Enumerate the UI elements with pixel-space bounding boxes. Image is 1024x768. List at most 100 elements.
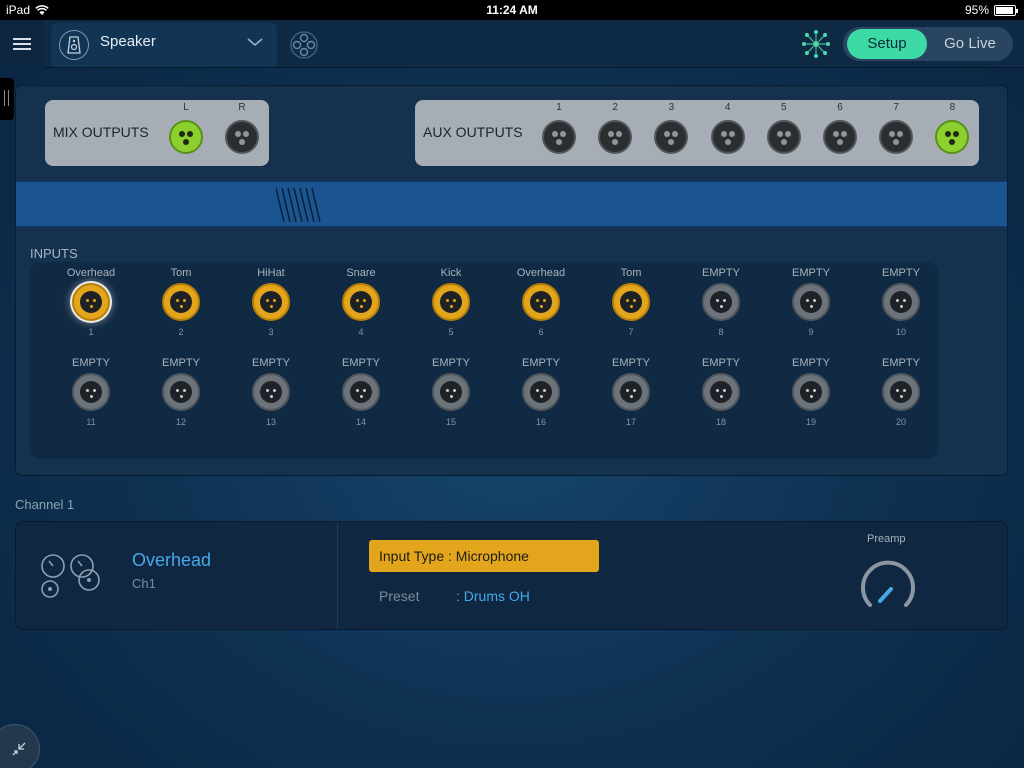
menu-button[interactable] xyxy=(0,20,44,68)
input-name: EMPTY xyxy=(612,357,650,369)
knobs-icon xyxy=(41,554,100,598)
combo-jack-connector[interactable] xyxy=(522,373,560,411)
input-type-selector[interactable]: Input Type : Microphone xyxy=(369,540,599,572)
combo-jack-connector[interactable] xyxy=(702,283,740,321)
aux-output-number: 6 xyxy=(837,102,843,113)
chevron-down-icon xyxy=(247,38,263,47)
aux-output-connector[interactable] xyxy=(654,120,689,154)
input-number: 19 xyxy=(805,417,816,427)
input-number: 16 xyxy=(535,417,546,427)
side-drawer-handle[interactable] xyxy=(0,78,14,120)
input-channel[interactable]: EMPTY 20 xyxy=(861,357,941,427)
combo-jack-connector[interactable] xyxy=(882,283,920,321)
combo-jack-connector[interactable] xyxy=(252,373,290,411)
input-channel[interactable]: EMPTY 12 xyxy=(141,357,221,427)
input-channel[interactable]: EMPTY 8 xyxy=(681,267,761,337)
input-channel[interactable]: EMPTY 14 xyxy=(321,357,401,427)
collapse-arrows-icon xyxy=(12,742,26,756)
aux-output-connector[interactable] xyxy=(879,120,914,154)
input-channel[interactable]: Tom 2 xyxy=(141,267,221,337)
mix-output-connector[interactable] xyxy=(225,120,259,154)
mix-output-connector[interactable] xyxy=(169,120,203,154)
combo-jack-connector[interactable] xyxy=(882,373,920,411)
input-name: EMPTY xyxy=(72,357,110,369)
combo-jack-connector[interactable] xyxy=(72,283,110,321)
input-number: 1 xyxy=(88,327,94,337)
preset-selector[interactable]: : Drums OH xyxy=(456,588,530,604)
aux-output-number: 5 xyxy=(781,102,787,113)
status-bar: iPad 11:24 AM 95% xyxy=(0,0,1024,20)
input-channel[interactable]: Overhead 1 xyxy=(51,267,131,337)
input-channel[interactable]: Snare 4 xyxy=(321,267,401,337)
aux-output-connector[interactable] xyxy=(598,120,633,154)
input-number: 7 xyxy=(628,327,634,337)
input-channel[interactable]: EMPTY 10 xyxy=(861,267,941,337)
combo-jack-connector[interactable] xyxy=(432,283,470,321)
channel-short-name: Ch1 xyxy=(132,576,156,591)
aux-output-number: 4 xyxy=(724,102,731,113)
aux-output-number: 1 xyxy=(556,102,562,113)
combo-jack-connector[interactable] xyxy=(792,283,830,321)
aux-output-connector[interactable] xyxy=(710,120,745,154)
input-channel[interactable]: EMPTY 13 xyxy=(231,357,311,427)
hamburger-menu-icon xyxy=(13,38,31,50)
input-name: Kick xyxy=(440,267,462,279)
setup-mode-button[interactable]: Setup xyxy=(847,29,927,59)
snake-stripe xyxy=(16,181,1007,227)
combo-jack-connector[interactable] xyxy=(612,373,650,411)
aux-output-connector[interactable] xyxy=(766,120,801,154)
input-channel[interactable]: EMPTY 19 xyxy=(771,357,851,427)
input-number: 5 xyxy=(448,327,454,337)
go-live-mode-button[interactable]: Go Live xyxy=(931,29,1009,59)
preamp-knob[interactable] xyxy=(857,556,919,618)
input-channel[interactable]: EMPTY 17 xyxy=(591,357,671,427)
input-number: 2 xyxy=(178,327,184,337)
input-number: 14 xyxy=(355,417,366,427)
input-channel[interactable]: EMPTY 16 xyxy=(501,357,581,427)
combo-jack-connector[interactable] xyxy=(252,283,290,321)
combo-jack-connector[interactable] xyxy=(162,283,200,321)
device-name: Speaker xyxy=(100,32,156,50)
combo-jack-connector[interactable] xyxy=(792,373,830,411)
cluster-link-icon[interactable] xyxy=(289,30,319,60)
input-channel[interactable]: EMPTY 11 xyxy=(51,357,131,427)
input-channel[interactable]: Overhead 6 xyxy=(501,267,581,337)
combo-jack-connector[interactable] xyxy=(342,283,380,321)
aux-output-connector[interactable] xyxy=(823,120,857,154)
input-name: Tom xyxy=(170,267,192,279)
aux-output-number: 3 xyxy=(668,102,675,113)
device-selector[interactable]: Speaker xyxy=(51,23,277,67)
aux-output-connector[interactable] xyxy=(935,120,970,154)
collapse-button[interactable] xyxy=(0,724,40,768)
combo-jack-connector[interactable] xyxy=(702,373,740,411)
input-name: EMPTY xyxy=(432,357,470,369)
preset-label: Preset xyxy=(379,588,420,604)
combo-jack-connector[interactable] xyxy=(162,373,200,411)
input-channel[interactable]: Kick 5 xyxy=(411,267,491,337)
aux-output-number: 7 xyxy=(893,102,899,113)
input-name: EMPTY xyxy=(792,357,830,369)
network-icon[interactable] xyxy=(800,29,832,59)
input-channel[interactable]: EMPTY 18 xyxy=(681,357,761,427)
input-number: 17 xyxy=(625,417,636,427)
speaker-icon xyxy=(59,30,89,60)
combo-jack-connector[interactable] xyxy=(342,373,380,411)
input-channel[interactable]: HiHat 3 xyxy=(231,267,311,337)
input-number: 11 xyxy=(86,417,96,427)
mix-outputs-box: MIX OUTPUTS L R xyxy=(45,100,269,166)
input-channel[interactable]: Tom 7 xyxy=(591,267,671,337)
aux-output-connector[interactable] xyxy=(542,120,576,154)
input-channel[interactable]: EMPTY 9 xyxy=(771,267,851,337)
input-name: EMPTY xyxy=(342,357,380,369)
aux-outputs-box: AUX OUTPUTS 1 2 3 4 5 6 7 8 xyxy=(415,100,979,166)
combo-jack-connector[interactable] xyxy=(72,373,110,411)
combo-jack-connector[interactable] xyxy=(432,373,470,411)
combo-jack-connector[interactable] xyxy=(522,283,560,321)
mode-toggle: Setup Go Live xyxy=(843,27,1013,61)
input-channel[interactable]: EMPTY 15 xyxy=(411,357,491,427)
channel-heading: Channel 1 xyxy=(15,497,75,512)
channel-info[interactable]: Overhead Ch1 xyxy=(16,522,338,629)
combo-jack-connector[interactable] xyxy=(612,283,650,321)
input-name: EMPTY xyxy=(882,357,920,369)
io-panel: MIX OUTPUTS LR AUX OUTPUTS 12345678 INPU… xyxy=(15,85,1008,476)
